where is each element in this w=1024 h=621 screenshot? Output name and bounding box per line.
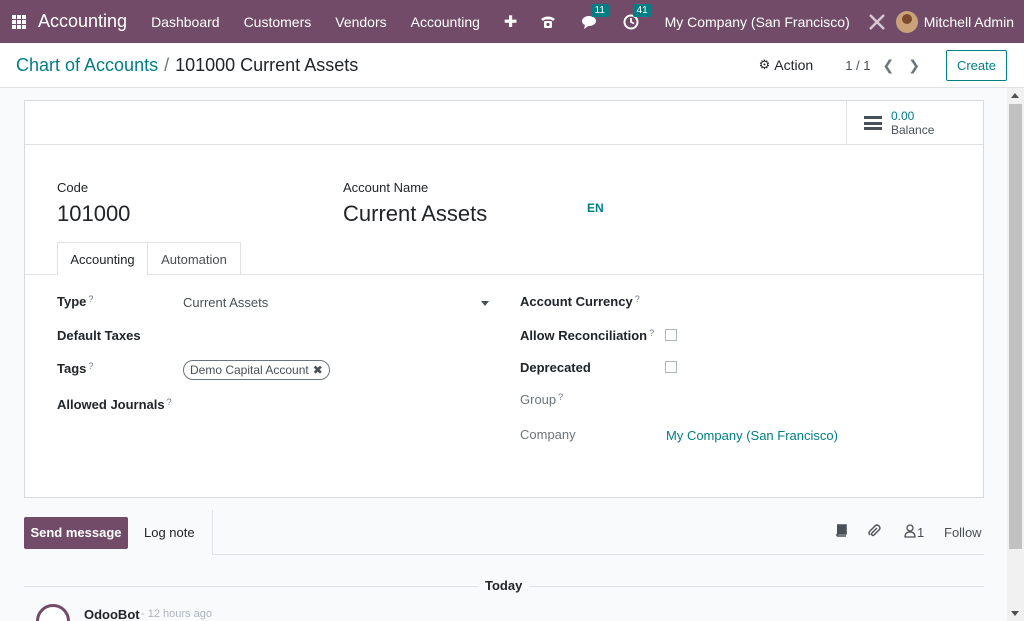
- message-author[interactable]: OdooBot: [84, 607, 140, 621]
- tags-label: Tags?: [57, 361, 94, 376]
- action-label: Action: [774, 57, 814, 73]
- tab-automation[interactable]: Automation: [147, 242, 241, 275]
- control-panel: Chart of Accounts/101000 Current Assets …: [0, 43, 1024, 88]
- bars-icon: [864, 116, 882, 130]
- plus-icon[interactable]: ✚: [504, 12, 517, 32]
- paperclip-icon[interactable]: [867, 524, 881, 541]
- pager-prev-icon[interactable]: ❮: [883, 57, 895, 74]
- follow-button[interactable]: Follow: [944, 525, 982, 540]
- code-label: Code: [57, 180, 89, 195]
- group-label: Group?: [520, 392, 564, 407]
- top-navbar: Accounting Dashboard Customers Vendors A…: [0, 0, 1024, 43]
- tag-badge[interactable]: Demo Capital Account ✖: [183, 360, 330, 380]
- breadcrumb-chart-of-accounts[interactable]: Chart of Accounts: [16, 55, 158, 75]
- log-note-button[interactable]: Log note: [144, 517, 195, 549]
- balance-label: Balance: [891, 123, 935, 137]
- code-field[interactable]: 101000: [57, 201, 130, 227]
- form-sheet: 0.00 Balance Code 101000 Account Name Cu…: [24, 100, 984, 498]
- breadcrumb: Chart of Accounts /101000 Current Assets: [16, 55, 358, 76]
- deprecated-label: Deprecated: [520, 360, 591, 375]
- scroll-thumb[interactable]: [1009, 104, 1022, 549]
- page-scrollbar[interactable]: [1007, 88, 1024, 621]
- debug-tools-icon[interactable]: [868, 13, 886, 31]
- language-button[interactable]: EN: [587, 201, 604, 215]
- book-icon[interactable]: [835, 524, 848, 540]
- menu-customers[interactable]: Customers: [244, 14, 312, 30]
- scroll-down-icon[interactable]: [1011, 611, 1019, 616]
- today-label: Today: [478, 578, 530, 593]
- deprecated-checkbox[interactable]: [665, 361, 677, 373]
- pager-value[interactable]: 1 / 1: [845, 58, 870, 73]
- menu-vendors[interactable]: Vendors: [335, 14, 386, 30]
- phone-icon[interactable]: [539, 13, 557, 31]
- account-currency-label: Account Currency?: [520, 294, 640, 309]
- menu-dashboard[interactable]: Dashboard: [151, 14, 220, 30]
- company-label: Company: [520, 427, 576, 442]
- button-box: 0.00 Balance: [25, 101, 983, 145]
- send-message-button[interactable]: Send message: [24, 517, 128, 549]
- type-select[interactable]: Current Assets: [183, 295, 491, 315]
- company-field[interactable]: My Company (San Francisco): [666, 428, 838, 443]
- odoobot-avatar: [36, 604, 70, 621]
- scroll-up-icon[interactable]: [1011, 93, 1019, 98]
- message-time: - 12 hours ago: [141, 608, 212, 620]
- menu-accounting[interactable]: Accounting: [411, 14, 480, 30]
- allow-reconciliation-label: Allow Reconciliation?: [520, 328, 655, 343]
- breadcrumb-separator: /: [164, 54, 170, 75]
- messages-icon[interactable]: 11: [581, 3, 609, 31]
- allow-reconciliation-checkbox[interactable]: [665, 329, 677, 341]
- user-menu[interactable]: Mitchell Admin: [924, 14, 1014, 30]
- user-icon[interactable]: [904, 524, 916, 541]
- allowed-journals-label: Allowed Journals?: [57, 397, 172, 412]
- notebook-tabs: Accounting Automation: [25, 242, 983, 275]
- activities-badge: 41: [632, 3, 652, 17]
- app-name[interactable]: Accounting: [38, 11, 127, 32]
- tab-accounting[interactable]: Accounting: [57, 242, 148, 275]
- account-name-label: Account Name: [343, 180, 429, 195]
- remove-tag-icon[interactable]: ✖: [313, 363, 323, 377]
- apps-menu-icon[interactable]: [12, 14, 26, 29]
- company-switcher[interactable]: My Company (San Francisco): [665, 14, 850, 30]
- followers-count[interactable]: 1: [917, 525, 924, 540]
- caret-down-icon: [481, 301, 489, 306]
- pager-next-icon[interactable]: ❯: [908, 57, 920, 74]
- balance-stat-button[interactable]: 0.00 Balance: [846, 101, 983, 145]
- default-taxes-label: Default Taxes: [57, 328, 141, 343]
- messages-badge: 11: [590, 3, 609, 17]
- type-label: Type?: [57, 294, 94, 309]
- create-button[interactable]: Create: [945, 49, 1007, 81]
- type-value: Current Assets: [183, 295, 269, 310]
- breadcrumb-current: 101000 Current Assets: [175, 54, 359, 75]
- gear-icon: ⚙: [758, 57, 771, 72]
- balance-value: 0.00: [891, 109, 915, 123]
- user-avatar[interactable]: [895, 10, 918, 33]
- account-name-field[interactable]: Current Assets: [343, 201, 487, 227]
- activities-clock-icon[interactable]: 41: [623, 3, 652, 31]
- chatter-topbar: Send message Log note 1 Follow: [0, 510, 1007, 556]
- action-button[interactable]: ⚙ Action: [759, 57, 814, 73]
